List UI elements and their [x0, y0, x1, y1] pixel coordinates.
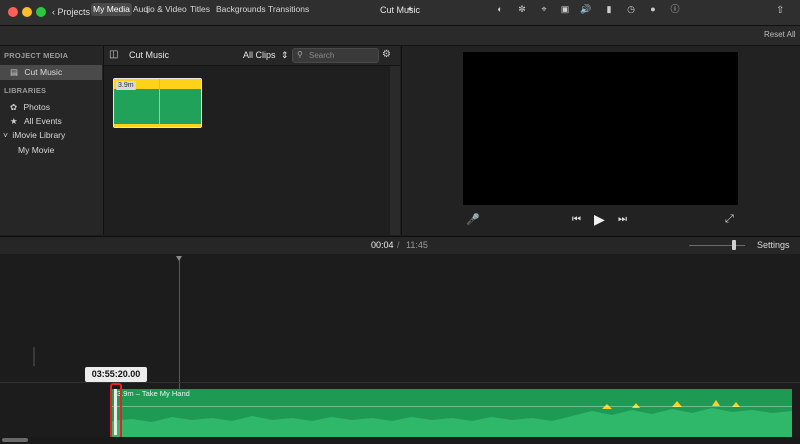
zoom-slider-thumb[interactable] [731, 240, 736, 250]
equalizer-icon[interactable]: ▮ [603, 3, 615, 15]
play-icon[interactable]: ▶ [594, 211, 605, 228]
sidebar-item-label: iMovie Library [12, 130, 66, 140]
clip-duration-badge: 3.9m [116, 81, 136, 90]
chevron-down-icon[interactable]: ˅ [3, 130, 8, 140]
tab-transitions[interactable]: Transitions [266, 3, 311, 16]
clip-bottom-band [114, 124, 201, 127]
tab-my-media[interactable]: My Media [91, 3, 132, 16]
filter-icon[interactable]: ● [647, 3, 659, 15]
browser-title: Cut Music [129, 50, 170, 60]
timeline-scrollbar-thumb[interactable] [2, 438, 28, 442]
total-time: 11:45 [406, 240, 428, 250]
skip-forward-icon[interactable]: ⏭ [618, 214, 627, 225]
sidebar-item-photos[interactable]: ✿ Photos [0, 100, 102, 115]
stabilization-icon[interactable]: ▣ [559, 3, 571, 15]
browser-scrollbar[interactable] [390, 66, 400, 235]
media-clip-thumbnail[interactable]: 3.9m [113, 78, 202, 128]
magic-wand-icon[interactable]: ✦ [404, 3, 416, 15]
sidebar-toggle-icon[interactable]: ◫ [109, 49, 118, 60]
media-browser [104, 46, 400, 235]
sidebar-item-my-movie[interactable]: My Movie [0, 143, 102, 158]
fullscreen-icon[interactable]: ⤢ [725, 213, 734, 226]
volume-icon[interactable]: 🔊 [580, 3, 592, 15]
time-tooltip: 03:55:20.00 [85, 367, 147, 382]
search-icon: ⚲ [297, 50, 303, 59]
audio-clip-label: 3.9m – Take My Hand [117, 389, 190, 398]
reset-all-button[interactable]: Reset All [764, 30, 796, 39]
project-media-header: PROJECT MEDIA [4, 51, 69, 60]
audio-clip[interactable] [112, 389, 792, 437]
crop-icon[interactable]: ⌖ [538, 3, 550, 15]
sidebar-item-all-events[interactable]: ★ All Events [0, 114, 102, 129]
clip-filter-dropdown[interactable]: All Clips ⇕ [243, 50, 289, 61]
sidebar-item-label: Photos [23, 102, 50, 112]
share-icon[interactable]: ⇧ [776, 5, 784, 16]
star-icon: ★ [10, 116, 18, 126]
video-preview[interactable] [463, 52, 738, 205]
skip-back-icon[interactable]: ⏮ [572, 214, 581, 225]
tab-titles[interactable]: Titles [188, 3, 212, 16]
sidebar-item-imovie-library[interactable]: ˅ iMovie Library [0, 128, 102, 143]
volume-line[interactable] [112, 406, 792, 407]
color-balance-icon[interactable]: ◐ [494, 3, 506, 15]
clip-skim-line [159, 79, 160, 127]
microphone-icon[interactable]: 🎤 [466, 213, 480, 226]
tab-backgrounds[interactable]: Backgrounds [214, 3, 268, 16]
info-icon[interactable]: ⓘ [669, 3, 681, 15]
trim-handle-highlight [110, 383, 122, 439]
search-field[interactable]: ⚲ Search [292, 48, 379, 63]
sidebar-item-label: Cut Music [24, 67, 63, 77]
clapper-icon: ▤ [10, 67, 19, 77]
photos-icon: ✿ [10, 102, 18, 112]
timeline-track-stub [33, 347, 35, 366]
time-separator: / [397, 240, 400, 250]
clip-filter-label: All Clips [243, 50, 276, 60]
browser-settings-icon[interactable]: ⚙ [382, 49, 391, 60]
audio-waveform [112, 400, 792, 437]
timeline-header [0, 236, 800, 255]
timeline-settings-button[interactable]: Settings [757, 240, 790, 250]
timeline-scrollbar[interactable] [0, 437, 800, 444]
sidebar-item-cut-music[interactable]: ▤ Cut Music [0, 65, 102, 80]
search-placeholder: Search [309, 51, 335, 60]
playhead-marker[interactable] [176, 256, 182, 261]
zoom-slider[interactable] [689, 245, 745, 246]
color-correction-icon[interactable]: ✼ [516, 3, 528, 15]
chevron-updown-icon: ⇕ [281, 50, 289, 60]
current-time: 00:04 [371, 240, 394, 250]
libraries-header: LIBRARIES [4, 86, 47, 95]
sidebar-item-label: All Events [24, 116, 62, 126]
sidebar-item-label: My Movie [18, 145, 55, 155]
tab-audio-video[interactable]: Audio & Video [131, 3, 189, 16]
speed-icon[interactable]: ◷ [625, 3, 637, 15]
media-toolbar [0, 26, 800, 46]
